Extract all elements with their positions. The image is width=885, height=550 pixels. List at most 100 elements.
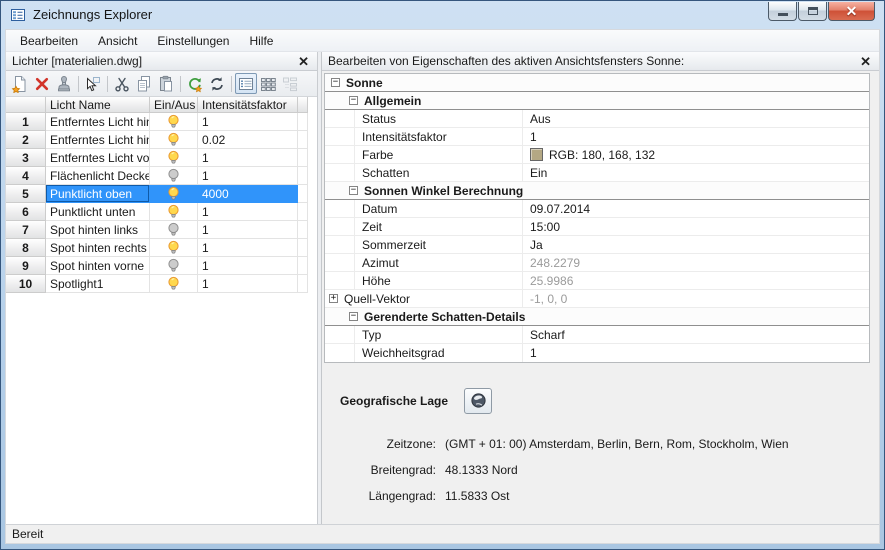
- property-value-text: 1: [530, 130, 537, 144]
- section-row-sonne: −Sonne: [325, 74, 869, 92]
- light-on-off-cell[interactable]: [150, 203, 198, 221]
- property-value-zeit[interactable]: 15:00: [523, 220, 869, 234]
- property-value-farbe[interactable]: RGB: 180, 168, 132: [523, 148, 869, 162]
- column-header-ein-aus: Ein/Aus: [150, 97, 198, 113]
- row-number-cell[interactable]: 4: [6, 167, 46, 185]
- section-row-sonnen-winkel-berechnung: −Sonnen Winkel Berechnung: [325, 182, 869, 200]
- light-name-cell[interactable]: Entferntes Licht vorn: [46, 149, 150, 167]
- cut-button[interactable]: [111, 73, 133, 94]
- paste-button[interactable]: [155, 73, 177, 94]
- close-icon: ✕: [846, 4, 858, 18]
- collapse-icon[interactable]: −: [349, 96, 358, 105]
- light-name-cell[interactable]: Spot hinten links: [46, 221, 150, 239]
- property-value-weichheitsgrad[interactable]: 1: [523, 346, 869, 360]
- row-number-cell[interactable]: 7: [6, 221, 46, 239]
- geo-row-langengrad: Längengrad:11.5833 Ost: [340, 483, 869, 509]
- row-number-cell[interactable]: 1: [6, 113, 46, 131]
- maximize-button[interactable]: [798, 2, 827, 21]
- table-row: 3 Entferntes Licht vorn 1: [6, 149, 317, 167]
- menu-item-einstellungen[interactable]: Einstellungen: [147, 32, 239, 50]
- light-name-cell[interactable]: Entferntes Licht hint: [46, 113, 150, 131]
- property-value-status[interactable]: Aus: [523, 112, 869, 126]
- light-intensity-cell[interactable]: 4000: [198, 185, 298, 203]
- property-label: Farbe: [362, 148, 393, 162]
- window-icon[interactable]: [10, 7, 26, 23]
- pick-entity-button[interactable]: [82, 73, 104, 94]
- collapse-icon[interactable]: −: [349, 186, 358, 195]
- collapse-icon[interactable]: −: [331, 78, 340, 87]
- light-on-off-cell[interactable]: [150, 185, 198, 203]
- table-row: 4 Flächenlicht Decke 1: [6, 167, 317, 185]
- light-intensity-cell[interactable]: 1: [198, 149, 298, 167]
- light-name-cell[interactable]: Flächenlicht Decke: [46, 167, 150, 185]
- light-on-off-cell[interactable]: [150, 257, 198, 275]
- row-gutter: [325, 110, 355, 127]
- property-value-sommerzeit[interactable]: Ja: [523, 238, 869, 252]
- collapse-icon[interactable]: −: [349, 312, 358, 321]
- geographic-location-section: Geografische Lage Zeitzone:(GMT + 01: 00…: [322, 363, 879, 509]
- new-light-button[interactable]: [9, 73, 31, 94]
- properties-panel-close-button[interactable]: ✕: [858, 55, 873, 68]
- light-intensity-cell[interactable]: 1: [198, 239, 298, 257]
- row-number-cell[interactable]: 6: [6, 203, 46, 221]
- property-value-schatten[interactable]: Ein: [523, 166, 869, 180]
- icons-view-button[interactable]: [257, 73, 279, 94]
- light-on-off-cell[interactable]: [150, 131, 198, 149]
- close-button[interactable]: ✕: [828, 2, 875, 21]
- light-name-cell[interactable]: Entferntes Licht hint: [46, 131, 150, 149]
- filler-cell: [298, 239, 308, 257]
- light-name-cell[interactable]: Spotlight1: [46, 275, 150, 293]
- zeichnungs-explorer-window: Zeichnungs Explorer ✕ BearbeitenAnsichtE…: [0, 0, 885, 550]
- lights-panel-close-button[interactable]: ✕: [296, 55, 311, 68]
- delete-button[interactable]: [31, 73, 53, 94]
- table-row: 1 Entferntes Licht hint 1: [6, 113, 317, 131]
- menu-item-ansicht[interactable]: Ansicht: [88, 32, 147, 50]
- row-number-cell[interactable]: 5: [6, 185, 46, 203]
- menu-item-hilfe[interactable]: Hilfe: [239, 32, 283, 50]
- delete-icon: [33, 75, 51, 93]
- light-name-cell[interactable]: Spot hinten vorne: [46, 257, 150, 275]
- row-gutter: [325, 254, 355, 271]
- light-on-off-cell[interactable]: [150, 221, 198, 239]
- light-name-cell[interactable]: Punktlicht oben: [46, 185, 150, 203]
- refresh-button[interactable]: [206, 73, 228, 94]
- row-number-cell[interactable]: 8: [6, 239, 46, 257]
- property-value-typ[interactable]: Scharf: [523, 328, 869, 342]
- purge-button[interactable]: [53, 73, 75, 94]
- light-intensity-cell[interactable]: 0.02: [198, 131, 298, 149]
- property-label: Höhe: [362, 274, 391, 288]
- light-name-cell[interactable]: Punktlicht unten: [46, 203, 150, 221]
- row-number-cell[interactable]: 3: [6, 149, 46, 167]
- light-on-off-cell[interactable]: [150, 239, 198, 257]
- property-value-datum[interactable]: 09.07.2014: [523, 202, 869, 216]
- light-name-cell[interactable]: Spot hinten rechts: [46, 239, 150, 257]
- light-intensity-cell[interactable]: 1: [198, 275, 298, 293]
- regen-button[interactable]: [184, 73, 206, 94]
- light-intensity-cell[interactable]: 1: [198, 221, 298, 239]
- expand-icon[interactable]: +: [329, 294, 338, 303]
- light-on-off-cell[interactable]: [150, 167, 198, 185]
- light-intensity-cell[interactable]: 1: [198, 167, 298, 185]
- row-number-cell[interactable]: 2: [6, 131, 46, 149]
- light-intensity-cell[interactable]: 1: [198, 203, 298, 221]
- light-intensity-cell[interactable]: 1: [198, 257, 298, 275]
- light-on-off-cell[interactable]: [150, 113, 198, 131]
- details-view-button[interactable]: [235, 73, 257, 94]
- copy-button[interactable]: [133, 73, 155, 94]
- geographic-location-button[interactable]: [464, 388, 492, 414]
- row-number-cell[interactable]: 10: [6, 275, 46, 293]
- property-value-intensitatsfaktor[interactable]: 1: [523, 130, 869, 144]
- light-intensity-cell[interactable]: 1: [198, 113, 298, 131]
- color-swatch: [530, 148, 543, 161]
- geographic-location-title: Geografische Lage: [340, 394, 448, 408]
- new-light-icon: [11, 75, 29, 93]
- minimize-button[interactable]: [768, 2, 797, 21]
- light-on-off-cell[interactable]: [150, 149, 198, 167]
- menu-item-bearbeiten[interactable]: Bearbeiten: [10, 32, 88, 50]
- property-row-typ: TypScharf: [325, 326, 869, 344]
- row-number-cell[interactable]: 9: [6, 257, 46, 275]
- property-row-status: StatusAus: [325, 110, 869, 128]
- title-bar: Zeichnungs Explorer: [1, 1, 884, 28]
- bulb-off-icon: [167, 222, 180, 238]
- light-on-off-cell[interactable]: [150, 275, 198, 293]
